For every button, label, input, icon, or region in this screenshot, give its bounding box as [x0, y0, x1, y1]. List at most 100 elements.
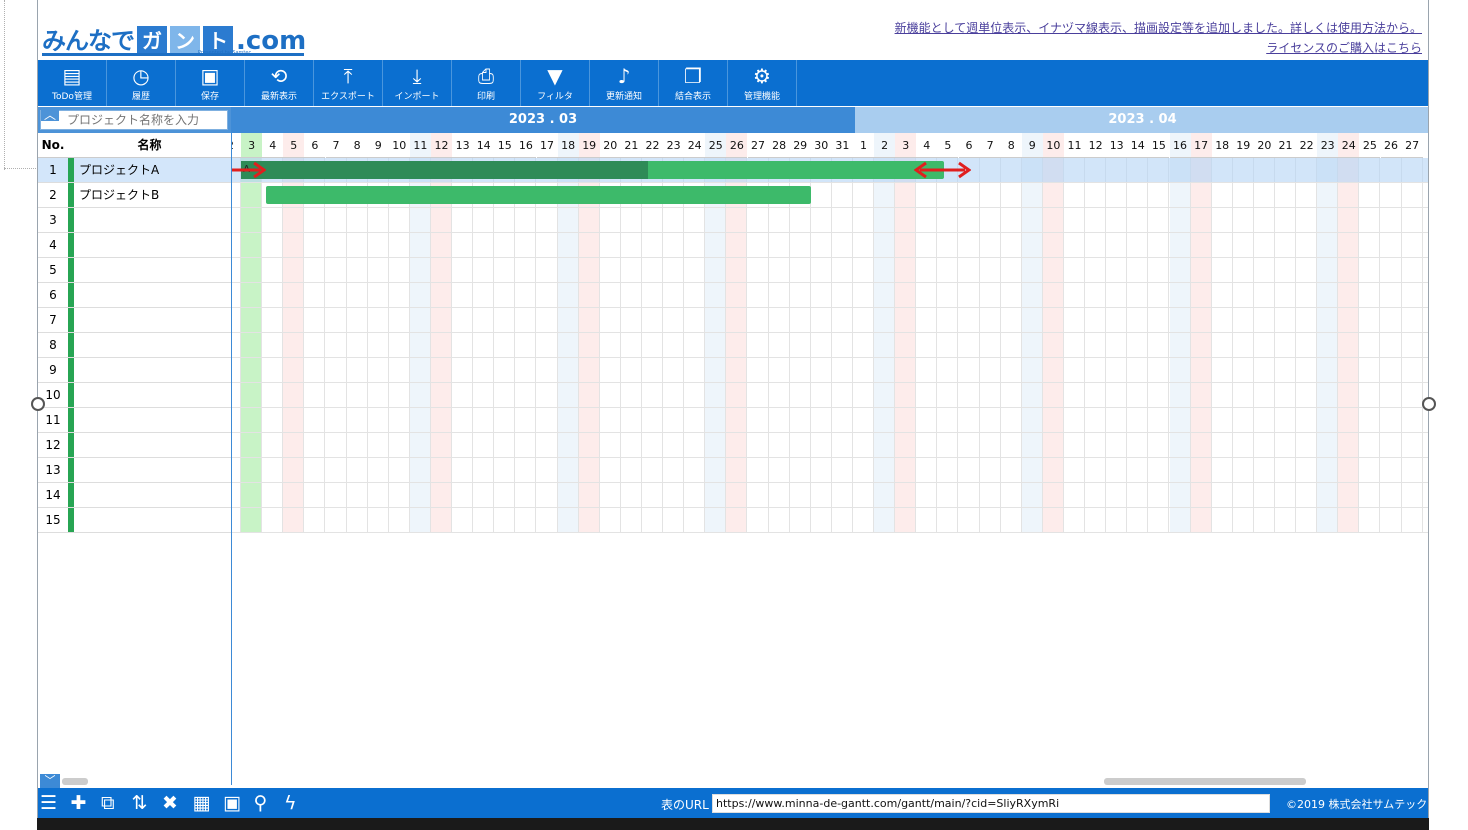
- chart-horizontal-scrollbar[interactable]: [1104, 778, 1306, 785]
- toolbar-button-history[interactable]: ◷ 履歴: [107, 60, 176, 106]
- toolbar-button-export[interactable]: ⤒ エクスポート: [314, 60, 383, 106]
- project-name[interactable]: [74, 358, 79, 382]
- project-name[interactable]: [74, 233, 79, 257]
- toolbar-button-gear[interactable]: ⚙ 管理機能: [728, 60, 797, 106]
- day-header-cell: 11: [1064, 133, 1085, 158]
- project-row[interactable]: 15: [38, 508, 231, 533]
- day-header-cell: 31: [831, 133, 853, 158]
- project-name[interactable]: [74, 258, 79, 282]
- project-row[interactable]: 3: [38, 208, 231, 233]
- project-name[interactable]: [74, 508, 79, 532]
- day-column: [1212, 158, 1233, 533]
- toolbar-button-filter[interactable]: ▼ フィルタ: [521, 60, 590, 106]
- day-header-cell: 21: [1275, 133, 1296, 158]
- project-search-input[interactable]: [40, 110, 228, 130]
- project-row[interactable]: 1 プロジェクトA: [38, 158, 231, 183]
- share-url-field[interactable]: [712, 794, 1270, 813]
- toolbar-button-refresh[interactable]: ⟲ 最新表示: [245, 60, 314, 106]
- project-name[interactable]: [74, 208, 79, 232]
- calendar-icon[interactable]: ▦: [193, 791, 211, 815]
- toolbar-button-import[interactable]: ⤓ インポート: [383, 60, 452, 106]
- calendar-31-icon[interactable]: ▣: [223, 791, 241, 815]
- windows-icon: ❐: [684, 64, 702, 88]
- toolbar-button-print[interactable]: ⎙ 印刷: [452, 60, 521, 106]
- history-icon: ◷: [132, 64, 150, 88]
- project-row[interactable]: 5: [38, 258, 231, 283]
- collapse-down-icon[interactable]: ﹀: [40, 774, 60, 788]
- day-header-cell: 26: [726, 133, 748, 158]
- left-horizontal-scrollbar[interactable]: [62, 778, 88, 785]
- project-row[interactable]: 12: [38, 433, 231, 458]
- search-row: ︿: [38, 107, 231, 133]
- new-features-link[interactable]: 新機能として週単位表示、イナヅマ線表示、描画設定等を追加しました。詳しくは使用方…: [895, 19, 1422, 36]
- day-header-cell: 9: [367, 133, 389, 158]
- resize-double-arrow-icon: [232, 161, 267, 179]
- project-name[interactable]: [74, 283, 79, 307]
- row-number: 2: [49, 188, 57, 202]
- project-name[interactable]: [74, 433, 79, 457]
- menu-icon[interactable]: ☰: [40, 791, 57, 815]
- project-row[interactable]: 6: [38, 283, 231, 308]
- sort-icon[interactable]: ⇅: [132, 791, 148, 815]
- day-header-cell: 19: [1232, 133, 1254, 158]
- project-row[interactable]: 11: [38, 408, 231, 433]
- toolbar-button-save[interactable]: ▣ 保存: [176, 60, 245, 106]
- day-column: [600, 158, 621, 533]
- toolbar-button-notebook[interactable]: ▤ ToDo管理: [38, 60, 107, 106]
- day-header-cell: 2: [232, 133, 241, 158]
- day-column: [1001, 158, 1022, 533]
- project-row[interactable]: 14: [38, 483, 231, 508]
- project-name[interactable]: プロジェクトA: [74, 158, 159, 182]
- lightning-icon[interactable]: ϟ: [284, 791, 297, 815]
- day-header-cell: 20: [1253, 133, 1275, 158]
- delete-icon[interactable]: ✖: [162, 791, 178, 815]
- day-header-cell: 23: [663, 133, 685, 158]
- logo-box-ga: ガ: [137, 26, 167, 56]
- project-name[interactable]: [74, 483, 79, 507]
- project-name[interactable]: プロジェクトB: [74, 183, 159, 207]
- logo-text-minnade: みんなで: [42, 27, 135, 55]
- row-gridline: [232, 382, 1428, 383]
- day-header-cell: 24: [684, 133, 706, 158]
- project-row[interactable]: 7: [38, 308, 231, 333]
- project-name[interactable]: [74, 333, 79, 357]
- add-icon[interactable]: ✚: [71, 791, 87, 815]
- save-icon: ▣: [200, 64, 220, 88]
- copy-icon[interactable]: ⧉: [101, 791, 115, 815]
- project-row[interactable]: 13: [38, 458, 231, 483]
- project-name[interactable]: [74, 458, 79, 482]
- project-name[interactable]: [74, 383, 79, 407]
- day-column: [959, 158, 980, 533]
- search-icon[interactable]: ⚲: [254, 791, 268, 815]
- day-header-cell: 28: [768, 133, 790, 158]
- row-gridline: [232, 532, 1428, 533]
- day-header-cell: 7: [325, 133, 347, 158]
- project-row[interactable]: 10: [38, 383, 231, 408]
- day-column: [895, 158, 917, 533]
- resize-handle-left[interactable]: [31, 397, 45, 411]
- day-column: [748, 158, 769, 533]
- day-column: [578, 158, 600, 533]
- project-name[interactable]: [74, 308, 79, 332]
- resize-handle-right[interactable]: [1422, 397, 1436, 411]
- project-row[interactable]: 4: [38, 233, 231, 258]
- project-row[interactable]: 9: [38, 358, 231, 383]
- row-number: 15: [45, 513, 61, 527]
- project-row[interactable]: 8: [38, 333, 231, 358]
- project-row[interactable]: 2 プロジェクトB: [38, 183, 231, 208]
- toolbar-button-windows[interactable]: ❐ 結合表示: [659, 60, 728, 106]
- gantt-bar-1[interactable]: A: [241, 161, 944, 179]
- print-icon: ⎙: [478, 64, 494, 88]
- toolbar-button-bell[interactable]: ♪ 更新通知: [590, 60, 659, 106]
- main-toolbar: ▤ ToDo管理 ◷ 履歴 ▣ 保存 ⟲ 最新表示 ⤒ エクスポート ⤓ インポート ⎙ 印刷 ▼ フィルタ ♪…: [38, 60, 1428, 106]
- day-header-cell: 16: [1169, 133, 1191, 158]
- row-number: 5: [49, 263, 57, 277]
- outer-dotted-line-h: [4, 168, 38, 169]
- project-name[interactable]: [74, 408, 79, 432]
- collapse-up-icon[interactable]: ︿: [41, 109, 59, 121]
- day-column: [621, 158, 642, 533]
- day-column: [937, 158, 959, 533]
- site-logo[interactable]: みんなで ガ ン ト .com: [42, 16, 306, 56]
- gantt-bar-2[interactable]: [266, 186, 811, 204]
- license-link[interactable]: ライセンスのご購入はこちら: [1266, 39, 1422, 56]
